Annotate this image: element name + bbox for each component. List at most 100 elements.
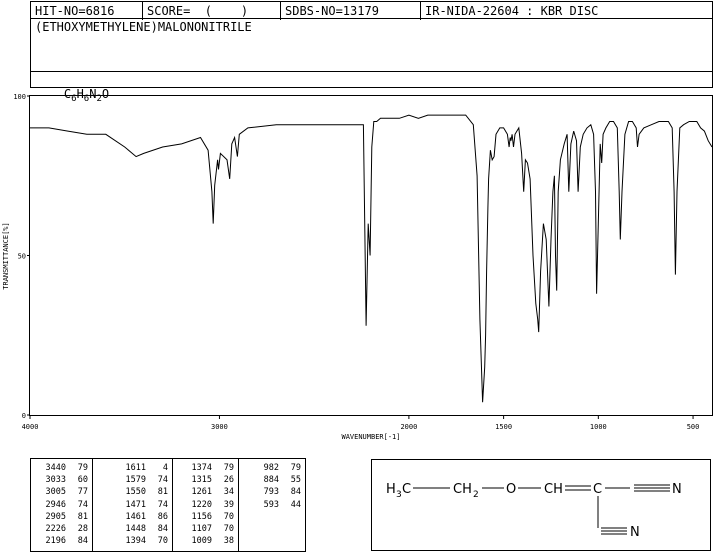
peak-wavenumber: 884 <box>263 475 279 486</box>
header-bar: HIT-NO=6816 SCORE= ( ) SDBS-NO=13179 IR-… <box>30 1 713 20</box>
peak-row: 3033 60 <box>31 475 92 486</box>
x-tick-label: 1500 <box>495 423 512 431</box>
peak-transmittance: 38 <box>223 536 234 547</box>
peak-transmittance: 81 <box>157 487 168 498</box>
peak-row: 1579 74 <box>93 475 172 486</box>
peak-transmittance: 84 <box>77 536 88 547</box>
x-axis-label: WAVENUMBER[-1] <box>341 433 400 441</box>
peak-row: 1550 81 <box>93 487 172 498</box>
peak-transmittance: 60 <box>77 475 88 486</box>
peak-transmittance: 79 <box>77 463 88 473</box>
peak-wavenumber: 1579 <box>125 475 146 486</box>
peak-row: 1315 26 <box>173 475 238 486</box>
peak-wavenumber: 1107 <box>191 524 212 534</box>
y-tick-label: 50 <box>18 253 26 261</box>
peak-wavenumber: 1448 <box>125 524 146 534</box>
peak-wavenumber: 1471 <box>125 499 146 510</box>
x-tick-label: 500 <box>687 423 700 431</box>
peak-wavenumber: 793 <box>263 487 279 498</box>
peak-row: 1107 70 <box>173 524 238 535</box>
atom-ch2-sub: 2 <box>473 490 479 500</box>
peak-row: 982 79 <box>239 463 305 474</box>
peak-row: 793 84 <box>239 487 305 498</box>
peak-row: 1461 86 <box>93 512 172 523</box>
peak-row: 1009 38 <box>173 536 238 547</box>
peak-wavenumber: 1009 <box>191 536 212 547</box>
peak-wavenumber: 2905 <box>45 511 66 522</box>
peak-column-4: 982 79 884 55 793 84 593 44 <box>239 459 305 551</box>
peak-transmittance: 79 <box>223 463 234 473</box>
x-tick-label: 3000 <box>211 423 228 431</box>
peak-transmittance: 86 <box>157 511 168 522</box>
y-tick-label: 100 <box>13 93 26 101</box>
peak-transmittance: 70 <box>223 511 234 522</box>
peak-transmittance: 44 <box>290 499 301 510</box>
peak-column-2: 1611 4 1579 74 1550 81 1471 74 1461 86 1448 84 1394 7… <box>93 459 173 551</box>
peak-wavenumber: 1394 <box>125 536 146 547</box>
peak-transmittance: 77 <box>77 487 88 498</box>
peak-wavenumber: 3033 <box>45 475 66 486</box>
y-axis: 0 50 100 <box>13 93 30 420</box>
y-tick-label: 0 <box>22 412 26 420</box>
peak-wavenumber: 982 <box>263 463 279 473</box>
peak-row: 1448 84 <box>93 524 172 535</box>
peak-transmittance: 84 <box>157 524 168 534</box>
peak-wavenumber: 1374 <box>191 463 212 473</box>
peak-wavenumber: 2196 <box>45 536 66 547</box>
x-tick-label: 2000 <box>400 423 417 431</box>
structure-diagram: H 3 C CH 2 O CH C N N <box>386 482 682 540</box>
peak-table: 3440 79 3033 60 3005 77 2946 74 2905 81 2226 28 2196… <box>30 458 306 552</box>
atom-o: O <box>506 482 516 497</box>
peak-transmittance: 34 <box>223 487 234 498</box>
peak-transmittance: 74 <box>77 499 88 510</box>
peak-row: 1471 74 <box>93 500 172 511</box>
atom-ch3-sub: 3 <box>396 490 402 500</box>
x-axis: 4000 3000 2000 1500 1000 500 <box>22 415 700 431</box>
structure-box: H 3 C CH 2 O CH C N N <box>371 459 711 551</box>
peak-wavenumber: 2226 <box>45 524 66 534</box>
peak-transmittance: 84 <box>290 487 301 498</box>
peak-transmittance: 70 <box>157 536 168 547</box>
peak-transmittance: 55 <box>290 475 301 486</box>
peak-column-1: 3440 79 3033 60 3005 77 2946 74 2905 81 2226 28 2196… <box>31 459 93 551</box>
peak-row: 1220 39 <box>173 500 238 511</box>
atom-n1: N <box>672 482 682 497</box>
atom-c: C <box>593 482 602 497</box>
peak-row: 884 55 <box>239 475 305 486</box>
spectrum-line <box>30 114 713 403</box>
peak-wavenumber: 2946 <box>45 499 66 510</box>
compound-name-box: (ETHOXYMETHYLENE)MALONONITRILE <box>30 18 713 72</box>
peak-row: 2196 84 <box>31 536 92 547</box>
peak-wavenumber: 1611 <box>125 463 146 473</box>
peak-row: 3005 77 <box>31 487 92 498</box>
peak-wavenumber: 1156 <box>191 511 212 522</box>
x-tick-label: 4000 <box>22 423 39 431</box>
peak-wavenumber: 1315 <box>191 475 212 486</box>
compound-name: (ETHOXYMETHYLENE)MALONONITRILE <box>35 20 252 34</box>
x-tick-label: 1000 <box>590 423 607 431</box>
atom-ch3-h: H <box>386 482 396 497</box>
peak-transmittance: 26 <box>223 475 234 486</box>
peak-wavenumber: 3440 <box>45 463 66 473</box>
peak-transmittance: 4 <box>162 463 168 473</box>
peak-row: 593 44 <box>239 500 305 511</box>
peak-transmittance: 74 <box>157 475 168 486</box>
formula-box: C6H6N2O <box>30 71 713 104</box>
peak-row: 2226 28 <box>31 524 92 535</box>
ir-spectrum-chart: 0 50 100 4000 3000 2000 1500 1000 500 TRANSMITT… <box>2 93 713 441</box>
peak-transmittance: 81 <box>77 511 88 522</box>
peak-row: 2905 81 <box>31 512 92 523</box>
peak-transmittance: 28 <box>77 524 88 534</box>
peak-row: 1156 70 <box>173 512 238 523</box>
y-axis-label: TRANSMITTANCE[%] <box>2 222 10 289</box>
plot-frame <box>29 95 713 416</box>
atom-ch2: CH <box>453 482 472 497</box>
peak-transmittance: 79 <box>290 463 301 473</box>
peak-wavenumber: 3005 <box>45 487 66 498</box>
peak-transmittance: 70 <box>223 524 234 534</box>
peak-wavenumber: 1550 <box>125 487 146 498</box>
peak-row: 1261 34 <box>173 487 238 498</box>
atom-n2: N <box>630 525 640 540</box>
peak-transmittance: 74 <box>157 499 168 510</box>
peak-row: 1394 70 <box>93 536 172 547</box>
